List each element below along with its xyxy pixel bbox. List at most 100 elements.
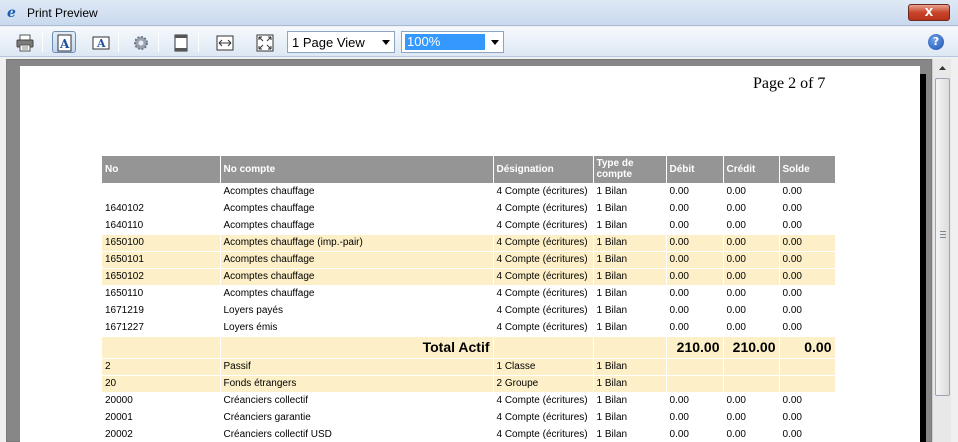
table-cell-solde: 0.00: [779, 301, 836, 319]
table-cell-solde: 0.00: [779, 250, 836, 268]
table-cell-no: 1671227: [102, 318, 221, 336]
zoom-value[interactable]: 100%: [405, 34, 485, 50]
table-cell-type: 1 Bilan: [593, 408, 667, 426]
table-cell-debit: 0.00: [666, 318, 724, 336]
table-cell-type: 1 Bilan: [593, 216, 667, 234]
table-cell-compte: Acomptes chauffage: [220, 216, 494, 234]
table-cell-debit: 0.00: [666, 250, 724, 268]
portrait-button[interactable]: A: [52, 31, 76, 53]
table-cell-type: 1 Bilan: [593, 284, 667, 302]
total-row: Total Actif 210.00 210.00 0.00: [102, 335, 836, 358]
table-cell-no: [102, 182, 221, 200]
table-row: 1640102 Acomptes chauffage 4 Compte (écrit…: [102, 199, 836, 217]
table-cell-type: 1 Bilan: [593, 357, 667, 375]
table-cell-compte: Acomptes chauffage: [220, 199, 494, 217]
table-cell-debit: 0.00: [666, 199, 724, 217]
table-cell-credit: 0.00: [723, 182, 780, 200]
column-header: No compte: [220, 156, 494, 183]
table-cell-credit: 0.00: [723, 301, 780, 319]
table-row: 1640110 Acomptes chauffage 4 Compte (écrit…: [102, 216, 836, 234]
table-cell-credit: 0.00: [723, 408, 780, 426]
scroll-up-button[interactable]: [934, 60, 951, 77]
total-debit: 210.00: [666, 335, 724, 358]
print-button[interactable]: [12, 31, 36, 53]
table-cell-designation: 4 Compte (écritures): [493, 408, 594, 426]
table-cell-no: 20001: [102, 408, 221, 426]
table-cell-credit: 0.00: [723, 199, 780, 217]
table-row: 1671219 Loyers payés 4 Compte (écritures) 1…: [102, 301, 836, 319]
table-cell-no: 1650101: [102, 250, 221, 268]
table-cell-compte: Passif: [220, 357, 494, 375]
fit-width-icon: [216, 35, 234, 51]
table-row: 20002 Créanciers collectif USD 4 Compte (é…: [102, 425, 836, 442]
table-cell-no: 20: [102, 374, 221, 392]
table-cell-credit: 0.00: [723, 250, 780, 268]
table-cell-credit: 0.00: [723, 216, 780, 234]
table-cell-type: 1 Bilan: [593, 250, 667, 268]
table-cell-compte: Fonds étrangers: [220, 374, 494, 392]
page-view-select[interactable]: 1 Page View: [287, 31, 395, 53]
table-cell-solde: 0.00: [779, 182, 836, 200]
table-header-row: No No compte Désignation Type de compte …: [102, 156, 836, 183]
title-bar: e Print Preview X: [0, 0, 958, 26]
vertical-scrollbar[interactable]: [932, 59, 951, 442]
table-cell-no: 1640110: [102, 216, 221, 234]
table-cell-debit: 0.00: [666, 391, 724, 409]
chevron-down-icon[interactable]: [378, 32, 394, 52]
page-setup-button[interactable]: [128, 31, 152, 53]
table-cell-debit: 0.00: [666, 408, 724, 426]
table-cell-debit: 0.00: [666, 267, 724, 285]
column-header: No: [102, 156, 221, 183]
chevron-down-icon[interactable]: [487, 32, 503, 52]
font-landscape-icon: A: [92, 36, 110, 50]
table-row: Acomptes chauffage 4 Compte (écritures) 1 …: [102, 182, 836, 200]
table-cell-designation: 4 Compte (écritures): [493, 233, 594, 251]
landscape-button[interactable]: A: [88, 31, 112, 53]
table-cell-designation: 4 Compte (écritures): [493, 301, 594, 319]
table-cell-designation: 4 Compte (écritures): [493, 267, 594, 285]
header-footer-button[interactable]: [168, 31, 192, 53]
fit-page-button[interactable]: [252, 31, 276, 53]
svg-text:A: A: [96, 37, 106, 50]
table-cell-solde: 0.00: [779, 391, 836, 409]
help-icon[interactable]: ?: [928, 34, 944, 50]
scroll-thumb[interactable]: [935, 78, 950, 396]
table-cell-credit: [723, 374, 780, 392]
table-cell-solde: 0.00: [779, 233, 836, 251]
total-spacer: [593, 335, 667, 358]
table-cell-compte: Acomptes chauffage: [220, 250, 494, 268]
fit-width-button[interactable]: [212, 31, 236, 53]
page-view-value: 1 Page View: [292, 35, 365, 50]
column-header: Désignation: [493, 156, 594, 183]
table-cell-debit: 0.00: [666, 284, 724, 302]
table-cell-credit: 0.00: [723, 267, 780, 285]
table-cell-designation: 4 Compte (écritures): [493, 250, 594, 268]
table-row: 20 Fonds étrangers 2 Groupe 1 Bilan: [102, 374, 836, 392]
table-cell-credit: [723, 357, 780, 375]
table-cell-solde: 0.00: [779, 267, 836, 285]
table-cell-no: 1650110: [102, 284, 221, 302]
table-row: 1671227 Loyers émis 4 Compte (écritures) 1 …: [102, 318, 836, 336]
table-cell-designation: 4 Compte (écritures): [493, 199, 594, 217]
table-cell-type: 1 Bilan: [593, 233, 667, 251]
table-cell-solde: 0.00: [779, 199, 836, 217]
table-cell-compte: Créanciers collectif USD: [220, 425, 494, 442]
table-cell-solde: 0.00: [779, 408, 836, 426]
total-solde: 0.00: [779, 335, 836, 358]
table-cell-debit: 0.00: [666, 233, 724, 251]
table-cell-designation: 4 Compte (écritures): [493, 182, 594, 200]
close-button[interactable]: X: [908, 4, 950, 21]
zoom-select[interactable]: 100%: [401, 31, 504, 53]
table-cell-type: 1 Bilan: [593, 318, 667, 336]
table-cell-debit: 0.00: [666, 301, 724, 319]
column-header: Crédit: [723, 156, 780, 183]
table-cell-credit: 0.00: [723, 318, 780, 336]
table-cell-designation: 4 Compte (écritures): [493, 216, 594, 234]
table-row: 20001 Créanciers garantie 4 Compte (écritu…: [102, 408, 836, 426]
table-cell-designation: 1 Classe: [493, 357, 594, 375]
column-header: Solde: [779, 156, 836, 183]
table-cell-designation: 4 Compte (écritures): [493, 318, 594, 336]
table-cell-solde: 0.00: [779, 216, 836, 234]
fit-page-icon: [256, 34, 274, 52]
page-header-icon: [174, 34, 188, 52]
